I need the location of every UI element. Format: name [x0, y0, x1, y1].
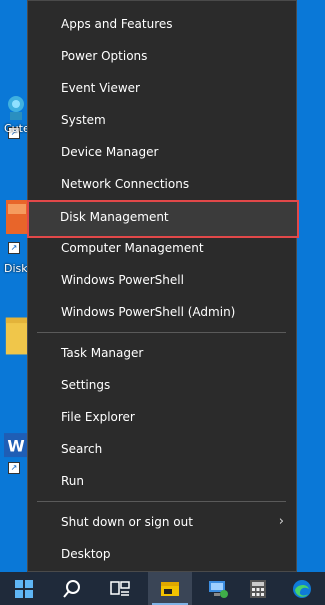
menu-item-event-viewer[interactable]: Event Viewer — [28, 72, 296, 104]
svg-text:W: W — [7, 437, 24, 456]
taskbar-app-edge[interactable] — [280, 572, 324, 605]
taskbar-app-sticky-notes[interactable] — [148, 572, 192, 605]
menu-item-run[interactable]: Run — [28, 465, 296, 497]
menu-item-windows-powershell[interactable]: Windows PowerShell — [28, 264, 296, 296]
menu-item-shut-down-or-sign-out[interactable]: Shut down or sign out › — [28, 506, 296, 538]
winx-quick-link-menu: Apps and Features Power Options Event Vi… — [27, 0, 299, 572]
shortcut-arrow-icon: ↗ — [8, 462, 20, 474]
menu-item-system[interactable]: System — [28, 104, 296, 136]
task-view-icon — [110, 580, 130, 596]
network-computer-icon — [209, 580, 228, 598]
menu-item-computer-management[interactable]: Computer Management — [28, 232, 296, 264]
taskbar — [0, 572, 325, 605]
calculator-icon — [250, 579, 266, 598]
taskbar-app-calculator[interactable] — [236, 572, 280, 605]
menu-item-search[interactable]: Search — [28, 433, 296, 465]
menu-separator — [37, 332, 286, 333]
disk-app-icon — [6, 200, 28, 234]
word-document-icon: W — [4, 433, 28, 458]
menu-item-desktop[interactable]: Desktop — [28, 538, 296, 570]
menu-item-label: Shut down or sign out — [61, 515, 193, 529]
menu-item-settings[interactable]: Settings — [28, 369, 296, 401]
start-button[interactable] — [2, 572, 46, 605]
menu-item-windows-powershell-admin[interactable]: Windows PowerShell (Admin) — [28, 296, 296, 328]
search-icon — [63, 579, 80, 598]
desktop-icon-label: Disk — [4, 262, 28, 275]
folder-icon — [5, 317, 28, 355]
search-button[interactable] — [50, 572, 94, 605]
windows-start-icon — [15, 579, 33, 598]
menu-item-apps-and-features[interactable]: Apps and Features — [28, 8, 296, 40]
menu-item-task-manager[interactable]: Task Manager — [28, 337, 296, 369]
shortcut-arrow-icon: ↗ — [8, 242, 20, 254]
menu-item-power-options[interactable]: Power Options — [28, 40, 296, 72]
sticky-notes-icon — [161, 581, 179, 596]
chevron-right-icon: › — [278, 514, 284, 529]
edge-browser-icon — [293, 579, 311, 598]
menu-item-file-explorer[interactable]: File Explorer — [28, 401, 296, 433]
taskbar-app-network[interactable] — [196, 572, 240, 605]
task-view-button[interactable] — [98, 572, 142, 605]
desktop-icon-label: Cute — [4, 122, 30, 135]
cute-app-icon — [8, 96, 24, 120]
menu-separator — [37, 501, 286, 502]
menu-item-network-connections[interactable]: Network Connections — [28, 168, 296, 200]
menu-item-device-manager[interactable]: Device Manager — [28, 136, 296, 168]
